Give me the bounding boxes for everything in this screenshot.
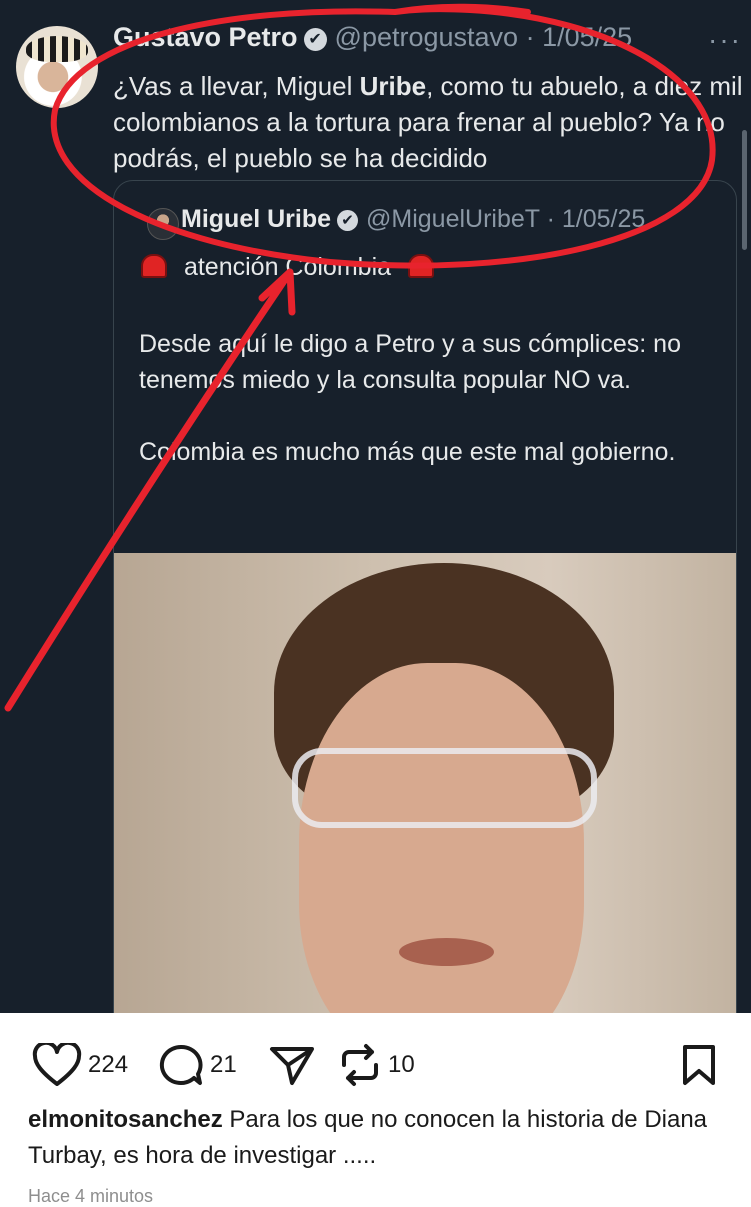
author-name[interactable]: Gustavo Petro bbox=[113, 22, 298, 52]
post-actions: 224 21 10 bbox=[0, 1013, 751, 1108]
screenshot-tweet: Gustavo Petro ✔ @petrogustavo · 1/05/25 ··… bbox=[0, 0, 751, 1013]
post-caption: elmonitosanchez Para los que no conocen … bbox=[28, 1102, 728, 1174]
comment-button[interactable]: 21 bbox=[158, 1043, 237, 1087]
more-options-icon[interactable]: ··· bbox=[708, 24, 742, 56]
tweet-text: ¿Vas a llevar, Miguel Uribe, como tu abu… bbox=[113, 71, 743, 173]
caption-username[interactable]: elmonitosanchez bbox=[28, 1106, 223, 1133]
repost-icon bbox=[342, 1044, 378, 1086]
quote-body: Desde aquí le digo a Petro y a sus cómpl… bbox=[139, 326, 719, 470]
bookmark-icon bbox=[683, 1045, 715, 1085]
verified-icon: ✔ bbox=[337, 210, 359, 231]
send-icon bbox=[270, 1047, 314, 1085]
alert-text: atención Colombia bbox=[183, 253, 392, 281]
quoted-tweet[interactable]: Miguel Uribe ✔ @MiguelUribeT · 1/05/25 ate… bbox=[113, 180, 737, 1013]
like-button[interactable]: 224 bbox=[32, 1043, 128, 1087]
quote-paragraph: Colombia es mucho más que este mal gobie… bbox=[139, 438, 676, 466]
like-count: 224 bbox=[88, 1051, 129, 1078]
heart-icon bbox=[32, 1043, 82, 1086]
glasses bbox=[292, 748, 597, 828]
uribe-avatar[interactable] bbox=[147, 208, 179, 240]
author-handle[interactable]: @petrogustavo · 1/05/25 bbox=[335, 22, 633, 52]
quote-paragraph: Desde aquí le digo a Petro y a sus cómpl… bbox=[139, 330, 681, 394]
verified-icon: ✔ bbox=[303, 28, 327, 51]
repost-button[interactable]: 10 bbox=[338, 1043, 415, 1087]
post-timestamp: Hace 4 minutos bbox=[28, 1186, 154, 1206]
share-button[interactable] bbox=[268, 1043, 316, 1087]
comment-count: 21 bbox=[210, 1051, 237, 1078]
save-button[interactable] bbox=[680, 1043, 718, 1087]
quote-author-name[interactable]: Miguel Uribe bbox=[181, 205, 331, 233]
quote-header: Miguel Uribe ✔ @MiguelUribeT · 1/05/25 bbox=[181, 205, 645, 234]
tweet-header: Gustavo Petro ✔ @petrogustavo · 1/05/25 bbox=[113, 22, 632, 53]
video-thumbnail[interactable] bbox=[114, 553, 736, 1013]
siren-icon bbox=[407, 254, 434, 278]
siren-icon bbox=[141, 254, 167, 278]
quote-author-handle[interactable]: @MiguelUribeT · 1/05/25 bbox=[366, 205, 645, 233]
scrollbar[interactable] bbox=[742, 130, 747, 250]
repost-count: 10 bbox=[388, 1051, 415, 1078]
alert-line: atención Colombia bbox=[141, 253, 434, 282]
petro-avatar[interactable] bbox=[16, 26, 98, 108]
comment-icon bbox=[159, 1044, 203, 1085]
